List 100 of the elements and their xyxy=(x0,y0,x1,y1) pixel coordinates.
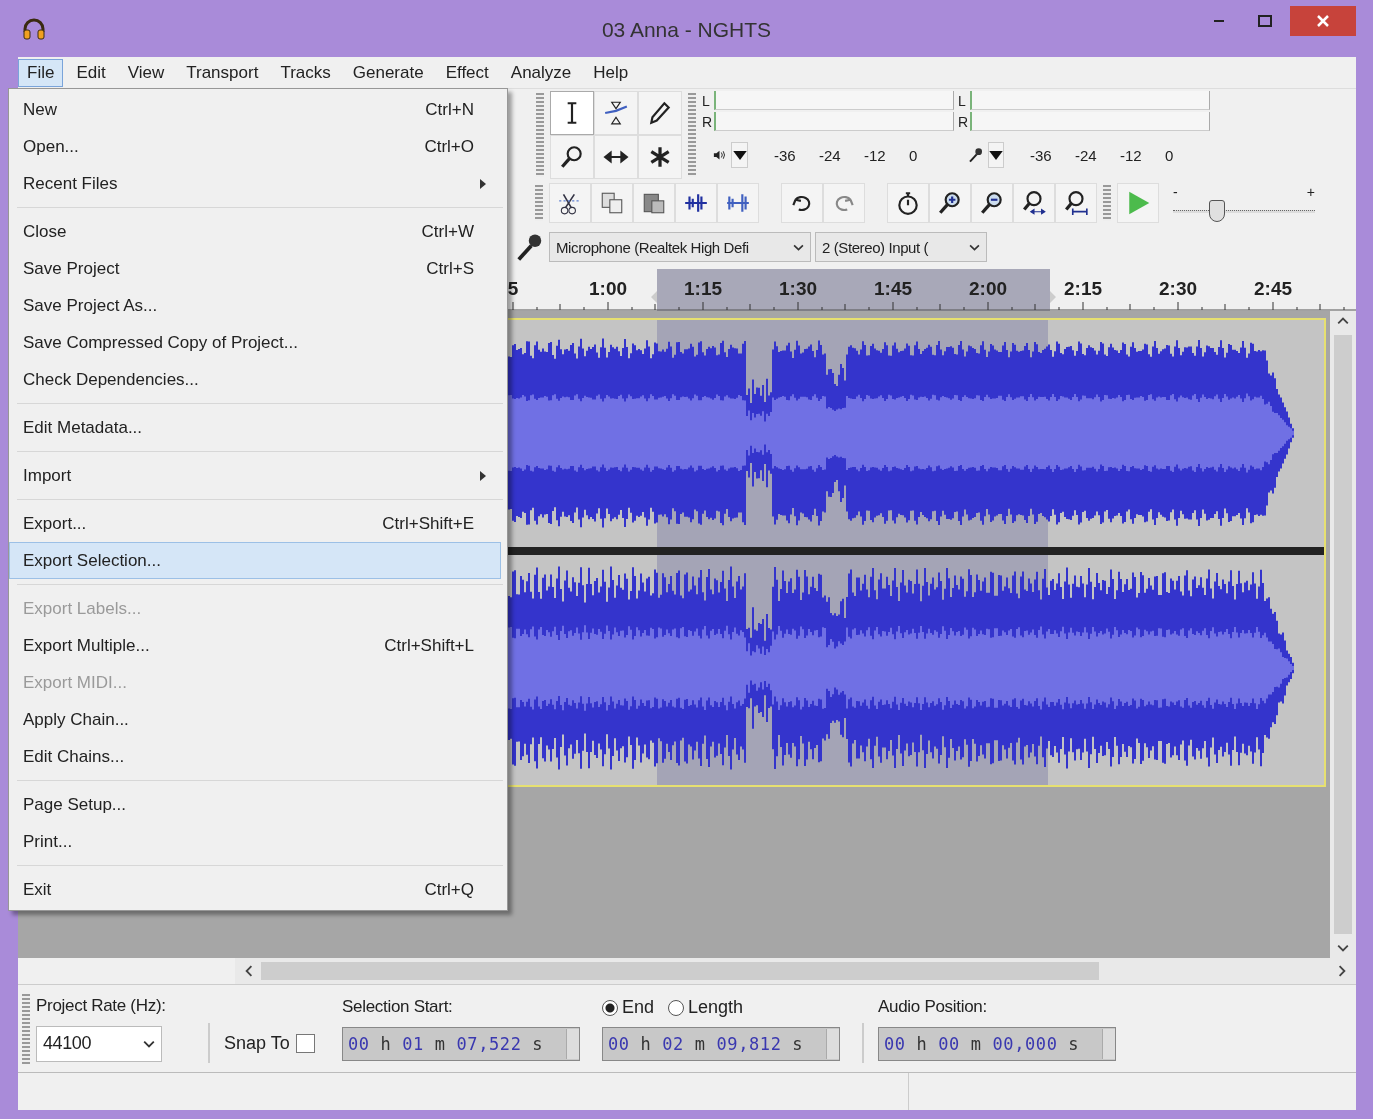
channel-label: L xyxy=(958,92,967,109)
menu-item[interactable]: Apply Chain... xyxy=(9,701,501,738)
minimize-icon xyxy=(1214,19,1224,22)
menu-item[interactable]: File xyxy=(18,58,64,87)
ruler-label: 2:15 xyxy=(1064,278,1102,299)
ruler-label: 1:45 xyxy=(874,278,912,299)
zoom-in-icon xyxy=(937,190,963,216)
vertical-scrollbar[interactable] xyxy=(1330,311,1356,958)
menu-item[interactable]: New Ctrl+N xyxy=(9,91,501,128)
input-channels-select[interactable]: 2 (Stereo) Input ( xyxy=(815,232,987,262)
snap-to-label: Snap To xyxy=(224,1033,290,1054)
menu-item[interactable]: Save Project As... xyxy=(9,287,501,324)
menu-item[interactable]: Check Dependencies... xyxy=(9,361,501,398)
copy-button[interactable] xyxy=(591,183,633,223)
menu-item[interactable]: Edit xyxy=(67,58,115,87)
chevron-down-icon xyxy=(793,243,804,251)
menu-item[interactable]: View xyxy=(118,58,174,87)
meter-scale-label: -36 xyxy=(774,146,797,164)
menu-item[interactable]: Export Multiple... Ctrl+Shift+L xyxy=(9,627,501,664)
chevron-up-icon[interactable] xyxy=(1337,317,1349,325)
ruler-label: 5 xyxy=(507,278,519,299)
menu-item[interactable]: Save Project Ctrl+S xyxy=(9,250,501,287)
menu-item[interactable]: Print... xyxy=(9,823,501,860)
fit-width-button[interactable] xyxy=(1013,183,1055,223)
tool-button[interactable] xyxy=(550,91,594,135)
scrollbar-thumb[interactable] xyxy=(261,962,1099,980)
menu-item[interactable]: Generate xyxy=(343,58,433,87)
menu-item[interactable]: Analyze xyxy=(501,58,581,87)
scrollbar-thumb[interactable] xyxy=(1334,335,1352,934)
zoom-out-icon xyxy=(979,190,1005,216)
toolbar-grip[interactable] xyxy=(22,993,30,1064)
zoom-in-button[interactable] xyxy=(929,183,971,223)
channel-label: R xyxy=(958,113,970,130)
menu-item[interactable]: Import xyxy=(9,457,501,494)
meter-scale-label: -36 xyxy=(1030,146,1053,164)
snap-to-checkbox[interactable] xyxy=(295,1034,315,1053)
toolbar-grip[interactable] xyxy=(1103,185,1111,221)
ruler-label: 2:30 xyxy=(1159,278,1197,299)
audio-position-field[interactable]: 00 h 00 m 00,000 s xyxy=(878,1026,1116,1061)
undo-button[interactable] xyxy=(781,183,823,223)
meter-scale-label: -12 xyxy=(864,146,887,164)
menu-item[interactable]: Close Ctrl+W xyxy=(9,213,501,250)
input-device-select[interactable]: Microphone (Realtek High Defi xyxy=(549,232,811,262)
meter-scale-label: 0 xyxy=(1165,146,1175,164)
maximize-icon xyxy=(1258,14,1272,27)
selection-end-field[interactable]: 00 h 02 m 09,812 s xyxy=(602,1026,840,1061)
menu-item[interactable]: Export... Ctrl+Shift+E xyxy=(9,505,501,542)
menu-item[interactable]: Effect xyxy=(436,58,498,87)
speed-slider-thumb[interactable] xyxy=(1208,199,1225,222)
trim-audio-button[interactable] xyxy=(675,183,717,223)
chevron-down-icon xyxy=(143,1039,155,1048)
envelope-tool-icon xyxy=(603,100,629,126)
chevron-right-icon[interactable] xyxy=(1338,965,1346,977)
radio-button[interactable]: Length xyxy=(668,996,744,1019)
menu-item[interactable]: Edit Metadata... xyxy=(9,409,501,446)
close-icon xyxy=(1317,14,1329,27)
ruler-label: 1:00 xyxy=(589,278,627,299)
selection-start-field[interactable]: 00 h 01 m 07,522 s xyxy=(342,1026,580,1061)
window-title: 03 Anna - NGHTS xyxy=(601,18,772,42)
ruler-label: 1:15 xyxy=(684,278,722,299)
audio-position-label: Audio Position: xyxy=(878,996,988,1018)
copy-icon xyxy=(599,190,625,216)
submenu-arrow-icon xyxy=(480,470,486,481)
meter-scale-label: -12 xyxy=(1120,146,1143,164)
meter-menu-button[interactable] xyxy=(988,142,1004,168)
chevron-down-icon[interactable] xyxy=(1337,944,1349,952)
zoom-out-button[interactable] xyxy=(971,183,1013,223)
menu-item[interactable]: Edit Chains... xyxy=(9,738,501,775)
menu-item[interactable]: Page Setup... xyxy=(9,786,501,823)
close-button[interactable] xyxy=(1290,5,1356,36)
menu-item[interactable]: Tracks xyxy=(271,58,340,87)
ruler-label: 2:00 xyxy=(969,278,1007,299)
menu-item[interactable]: Help xyxy=(584,58,638,87)
horizontal-scrollbar[interactable] xyxy=(235,958,1356,984)
menu-item[interactable]: Exit Ctrl+Q xyxy=(9,871,501,908)
selection-start-label: Selection Start: xyxy=(342,996,454,1018)
slider-min-label: - xyxy=(1173,183,1178,200)
toolbar-grip[interactable] xyxy=(536,93,544,177)
menu-item[interactable]: Transport xyxy=(177,58,268,87)
toolbar-grip[interactable] xyxy=(535,185,543,221)
menu-item[interactable]: Recent Files xyxy=(9,165,501,202)
pencil-icon xyxy=(647,100,673,126)
meter-menu-button[interactable] xyxy=(731,142,748,168)
caret-icon xyxy=(989,150,1003,160)
sync-lock-button[interactable] xyxy=(887,183,929,223)
menu-item[interactable]: Open... Ctrl+O xyxy=(9,128,501,165)
trim-button[interactable] xyxy=(549,183,591,223)
chevron-left-icon[interactable] xyxy=(245,965,253,977)
menu-item[interactable]: Export Selection... xyxy=(9,542,501,579)
silence-audio-button[interactable] xyxy=(717,183,759,223)
channel-label: R xyxy=(702,113,714,130)
project-rate-select[interactable]: 44100 xyxy=(36,1025,162,1062)
toolbar-grip[interactable] xyxy=(688,93,696,177)
menu-item[interactable]: Save Compressed Copy of Project... xyxy=(9,324,501,361)
fit-width-icon xyxy=(1021,190,1047,216)
paste-button[interactable] xyxy=(633,183,675,223)
channel-label: L xyxy=(702,92,711,109)
fit-height-button[interactable] xyxy=(1055,183,1097,223)
headphones-icon xyxy=(22,16,46,41)
radio-button[interactable]: End xyxy=(602,996,655,1019)
